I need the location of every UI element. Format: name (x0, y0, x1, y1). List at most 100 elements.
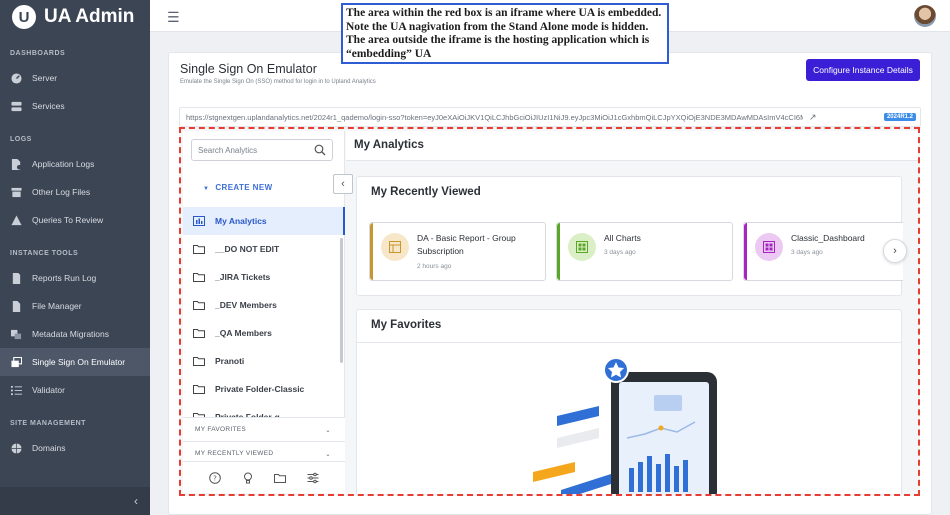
folder-label: _JIRA Tickets (215, 272, 271, 282)
recently-viewed-title: My Recently Viewed (371, 186, 481, 198)
dashboard-icon (755, 233, 783, 261)
window-restore-icon (11, 356, 22, 368)
chevron-left-icon: ‹ (341, 178, 345, 190)
report-icon (381, 233, 409, 261)
sidebar-item-metadata-migrations[interactable]: Metadata Migrations (0, 320, 150, 348)
warning-icon (11, 214, 22, 226)
folder-icon[interactable] (274, 472, 287, 484)
tile-time: 3 days ago (791, 249, 823, 256)
sidebar-item-label: Single Sign On Emulator (32, 357, 126, 367)
sidebar-item-other-log-files[interactable]: Other Log Files (0, 178, 150, 206)
collapse-left-panel-button[interactable]: ‹ (333, 174, 353, 194)
help-icon[interactable]: ? (209, 471, 222, 484)
section-title-instance-tools: INSTANCE TOOLS (10, 250, 79, 257)
folder-my-analytics[interactable]: My Analytics (183, 207, 345, 235)
tile-name: All Charts (604, 233, 641, 243)
sidebar-item-label: Other Log Files (32, 187, 91, 197)
migration-icon (11, 329, 22, 340)
sidebar-item-label: File Manager (32, 301, 82, 311)
server-icon (11, 101, 22, 112)
caret-down-icon: ▼ (203, 186, 210, 192)
external-link-icon[interactable]: ↗ (809, 112, 817, 123)
dashboard-icon (568, 233, 596, 261)
sidebar: U UA Admin DASHBOARDS Server Services LO… (0, 0, 150, 515)
recent-tile[interactable]: Classic_Dashboard 3 days ago (743, 222, 903, 281)
iframe-url[interactable]: https://stgnextgen.uplandanalytics.net/2… (186, 113, 803, 122)
folder-dev-members[interactable]: _DEV Members (183, 291, 345, 319)
sidebar-item-file-manager[interactable]: File Manager (0, 292, 150, 320)
file-icon (11, 300, 22, 312)
sidebar-item-label: Validator (32, 385, 65, 395)
search-icon[interactable] (314, 144, 326, 156)
sidebar-item-label: Application Logs (32, 159, 95, 169)
svg-text:?: ? (213, 474, 217, 482)
lightbulb-icon[interactable] (242, 472, 254, 484)
configure-instance-details-button[interactable]: Configure Instance Details (806, 59, 920, 81)
search-input[interactable]: Search Analytics (191, 139, 333, 161)
sidebar-item-application-logs[interactable]: Application Logs (0, 150, 150, 178)
tile-time: 2 hours ago (417, 263, 452, 270)
tile-time: 3 days ago (604, 249, 636, 256)
folder-private-folder-classic[interactable]: Private Folder-Classic (183, 375, 345, 403)
report-icon (11, 272, 22, 284)
analytics-main-panel: My Analytics My Recently Viewed DA - Bas… (346, 131, 918, 494)
sidebar-item-reports-run-log[interactable]: Reports Run Log (0, 264, 150, 292)
divider (357, 342, 901, 343)
sidebar-item-domains[interactable]: Domains (0, 434, 150, 462)
sidebar-item-queries-to-review[interactable]: Queries To Review (0, 206, 150, 234)
brand-logo: U (12, 5, 36, 29)
version-badge: 2024R1.2 (883, 113, 916, 121)
recent-tile[interactable]: DA - Basic Report - Group Subscription 2… (369, 222, 546, 281)
folder-pranoti[interactable]: Pranoti (183, 347, 345, 375)
chevron-down-icon: ⌄ (325, 450, 331, 458)
folder-jira-tickets[interactable]: _JIRA Tickets (183, 263, 345, 291)
carousel-next-button[interactable]: › (883, 239, 907, 263)
folder-list-scrollbar[interactable] (340, 238, 343, 363)
accordion-label: MY RECENTLY VIEWED (195, 450, 274, 457)
sidebar-item-services[interactable]: Services (0, 92, 150, 120)
chevron-down-icon: ⌄ (325, 426, 331, 434)
hamburger-icon[interactable]: ☰ (167, 9, 180, 26)
brand[interactable]: U UA Admin (0, 0, 150, 34)
recent-tile[interactable]: All Charts 3 days ago (556, 222, 733, 281)
archive-icon (11, 187, 22, 198)
search-placeholder: Search Analytics (198, 145, 258, 155)
avatar[interactable] (914, 5, 936, 27)
file-search-icon (11, 158, 22, 170)
favorites-panel: My Favorites (356, 309, 902, 494)
folder-icon (193, 329, 205, 338)
checklist-icon (11, 385, 22, 396)
folder-do-not-edit[interactable]: __DO NOT EDIT (183, 235, 345, 263)
accordion-label: MY FAVORITES (195, 426, 247, 433)
accordion-my-favorites[interactable]: MY FAVORITES ⌄ (183, 417, 345, 441)
analytics-header: My Analytics (346, 131, 918, 161)
page-subtitle: Emulate the Single Sign On (SSO) method … (180, 79, 376, 85)
folder-icon (193, 385, 205, 394)
folder-qa-members[interactable]: _QA Members (183, 319, 345, 347)
folder-label: Private Folder-Classic (215, 384, 305, 394)
embedded-iframe: Search Analytics ▼ CREATE NEW My Analytic… (179, 127, 920, 496)
analytics-left-panel: Search Analytics ▼ CREATE NEW My Analytic… (183, 131, 345, 493)
create-new-button[interactable]: ▼ CREATE NEW (203, 183, 273, 192)
sidebar-item-server[interactable]: Server (0, 64, 150, 92)
filter-settings-icon[interactable] (307, 472, 319, 484)
section-title-logs: LOGS (10, 136, 32, 143)
section-title-dashboards: DASHBOARDS (10, 50, 66, 57)
tile-accent (370, 223, 373, 280)
sidebar-collapse-button[interactable]: ‹ (0, 487, 150, 515)
recently-viewed-panel: My Recently Viewed DA - Basic Report - G… (356, 176, 907, 296)
sidebar-item-label: Domains (32, 443, 66, 453)
chevron-left-icon: ‹ (134, 494, 138, 508)
gauge-icon (11, 72, 22, 84)
brand-name: UA Admin (44, 6, 135, 27)
sidebar-item-validator[interactable]: Validator (0, 376, 150, 404)
folder-icon (193, 273, 205, 282)
sidebar-item-label: Services (32, 101, 65, 111)
left-panel-toolbar: ? (183, 461, 345, 493)
sidebar-item-single-sign-on-emulator[interactable]: Single Sign On Emulator (0, 348, 150, 376)
create-new-label: CREATE NEW (215, 183, 273, 192)
folder-list: My Analytics __DO NOT EDIT _JIRA Tickets… (183, 207, 345, 431)
empty-favorites-illustration (533, 357, 717, 494)
section-title-site-management: SITE MANAGEMENT (10, 420, 86, 427)
sidebar-item-label: Queries To Review (32, 215, 104, 225)
